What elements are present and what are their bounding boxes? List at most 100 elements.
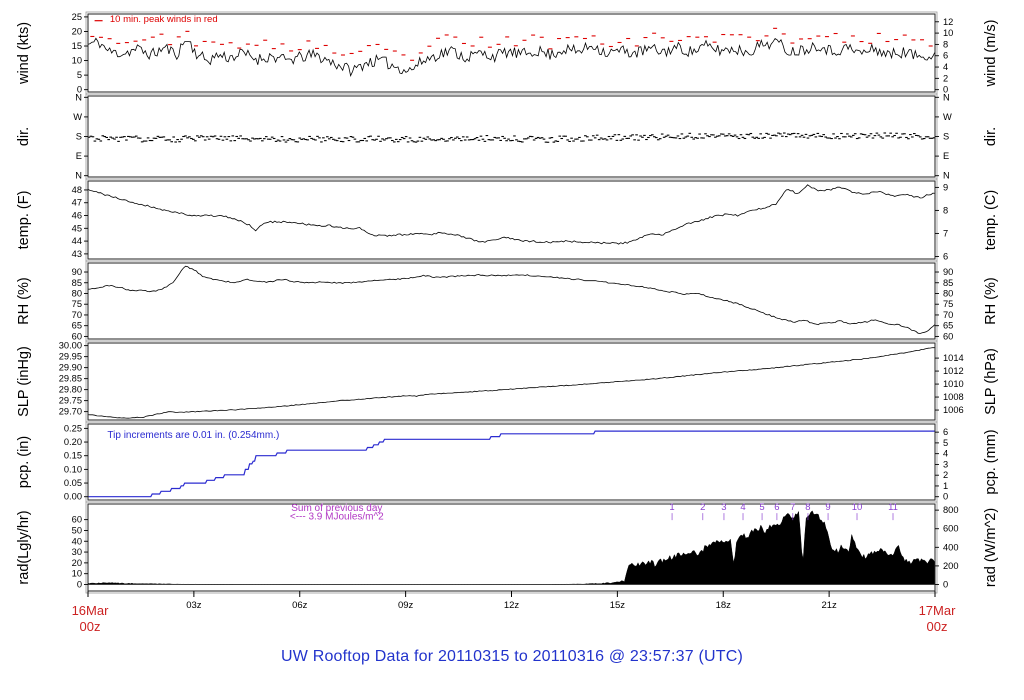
y-tick-label-left: 45 — [72, 223, 82, 233]
axis-label-left-rh: RH (%) — [16, 277, 32, 325]
y-tick-label-left: 0.00 — [64, 492, 82, 502]
y-tick-label-right: 1010 — [943, 379, 964, 389]
meteogram-svg: 0510152025024681012wind (kts) wind (m/s)1… — [16, 11, 999, 634]
panel-rad: 01020304050600200400600800rad(Lgly/hr) ra… — [16, 501, 999, 594]
y-tick-label-left: 44 — [72, 236, 82, 246]
chart-title: UW Rooftop Data for 20110315 to 20110316… — [281, 648, 743, 665]
y-tick-label-right: 6 — [943, 427, 948, 437]
rad-hour-marker: 4 — [740, 502, 745, 513]
y-tick-label-left: 10 — [72, 56, 82, 66]
axis-label-right-dir: dir. — [983, 127, 999, 146]
y-tick-label-right: S — [943, 132, 949, 142]
y-tick-label-right: 9 — [943, 182, 948, 192]
panel-border — [87, 180, 936, 260]
rad-hour-marker: 11 — [888, 502, 898, 513]
annotation-text: 10 min. peak winds in red — [110, 14, 218, 25]
y-tick-label-right: 65 — [943, 321, 953, 331]
y-tick-label-left: 40 — [72, 536, 82, 546]
y-tick-label-left: 0 — [77, 579, 82, 589]
axis-label-left-wind: wind (kts) — [16, 22, 32, 85]
y-tick-label-left: 0.10 — [64, 464, 82, 474]
panel-temp: 43 44 45 46 47 48 6 7 8 9 temp. (F) temp. (C) — [16, 178, 999, 261]
axis-label-left-rad: rad(Lgly/hr) — [16, 510, 32, 584]
y-tick-label-right: 1 — [943, 481, 948, 491]
y-tick-label-left: 29.95 — [59, 352, 82, 362]
meteogram-frame: 0 5 10 15 20 25 0 2 4 6 8 10 12 wind (kts) wind (m/s) 1… — [0, 0, 1024, 700]
rad-hour-marker: 8 — [805, 502, 810, 513]
date-label-end: 17Mar — [919, 603, 957, 618]
y-tick-label-left: 0.20 — [64, 437, 82, 447]
y-tick-label-left: 70 — [72, 310, 82, 320]
y-tick-label-left: 29.75 — [59, 396, 82, 406]
y-tick-label-right: 4 — [943, 449, 948, 459]
y-tick-label-right: 12 — [943, 17, 953, 27]
y-tick-label-right: 75 — [943, 299, 953, 309]
y-tick-label-right: W — [943, 112, 952, 122]
annotation-text: <--- 3.9 MJoules/m^2 — [290, 511, 384, 522]
panel-rh: 6065707580859060657075808590RH (%) RH (%) — [16, 260, 999, 341]
x-axis-tick-label: 15z — [610, 600, 626, 611]
y-tick-label-right: 60 — [943, 331, 953, 341]
y-tick-label-left: 46 — [72, 211, 82, 221]
y-tick-label-left: 90 — [72, 267, 82, 277]
axis-label-left-pcp: pcp. (in) — [16, 436, 32, 488]
rad-hour-marker: 10 — [852, 502, 863, 513]
y-tick-label-right: 6 — [943, 251, 948, 261]
y-tick-label-right: 4 — [943, 62, 948, 72]
y-tick-label-left: 10 — [72, 569, 82, 579]
axis-label-left-dir: dir. — [16, 127, 32, 146]
y-tick-label-left: 85 — [72, 278, 82, 288]
panel-pcp: 0.00 0.05 0.10 0.15 0.20 0.25 0123456 pcp. (in)… — [16, 421, 999, 503]
y-tick-label-left: N — [75, 171, 82, 181]
y-tick-label-right: 85 — [943, 278, 953, 288]
x-axis-tick-label: 12z — [504, 600, 520, 611]
y-tick-label-right: 1006 — [943, 405, 964, 415]
y-tick-label-left: 0.25 — [64, 423, 82, 433]
y-tick-label-right: 2 — [943, 470, 948, 480]
panel-slp: 29.7029.7529.8029.8529.9029.9530.00 1006 1… — [16, 340, 999, 423]
y-tick-label-left: 47 — [72, 198, 82, 208]
y-tick-label-left: 30 — [72, 547, 82, 557]
y-tick-label-left: 48 — [72, 185, 82, 195]
y-tick-label-left: S — [76, 132, 82, 142]
y-tick-label-right: 800 — [943, 505, 959, 515]
y-tick-label-right: 70 — [943, 310, 953, 320]
y-tick-label-left: 15 — [72, 41, 82, 51]
axis-label-right-rad: rad (W/m^2) — [983, 508, 999, 587]
y-tick-label-right: 8 — [943, 205, 948, 215]
y-tick-label-right: 10 — [943, 28, 953, 38]
x-axis-tick-label: 18z — [716, 600, 732, 611]
y-tick-label-left: 80 — [72, 288, 82, 298]
y-tick-label-right: E — [943, 151, 949, 161]
rad-hour-marker: 6 — [774, 502, 779, 513]
rad-hour-marker: 1 — [669, 502, 674, 513]
x-axis-tick-label: 21z — [821, 600, 837, 611]
axis-label-right-rh: RH (%) — [983, 277, 999, 325]
x-axis-tick-label: 09z — [398, 600, 414, 611]
y-tick-label-right: 3 — [943, 459, 948, 469]
axis-label-right-pcp: pcp. (mm) — [983, 429, 999, 494]
y-tick-label-left: 0.05 — [64, 478, 82, 488]
y-tick-label-left: 30.00 — [59, 341, 82, 351]
y-tick-label-right: 0 — [943, 579, 948, 589]
y-tick-label-left: 43 — [72, 249, 82, 259]
y-tick-label-right: 5 — [943, 438, 948, 448]
y-tick-label-left: 60 — [72, 515, 82, 525]
rad-hour-marker: 5 — [759, 502, 764, 513]
y-tick-label-right: N — [943, 171, 950, 181]
y-tick-label-left: 25 — [72, 12, 82, 22]
y-tick-label-left: 75 — [72, 299, 82, 309]
y-tick-label-left: N — [75, 92, 82, 102]
axis-label-right-slp: SLP (hPa) — [983, 348, 999, 415]
date-label-start: 00z — [80, 619, 101, 634]
x-axis-tick-label: 06z — [292, 600, 308, 611]
panel-border — [87, 262, 936, 340]
panel-wind: 0510152025024681012wind (kts) wind (m/s)1… — [16, 11, 999, 95]
y-tick-label-right: 600 — [943, 524, 959, 534]
axis-label-right-wind: wind (m/s) — [983, 20, 999, 88]
y-tick-label-left: 29.70 — [59, 407, 82, 417]
y-tick-label-right: 90 — [943, 267, 953, 277]
panel-dir: NWSENNWSENdir. dir. — [16, 92, 999, 180]
y-tick-label-left: 0.15 — [64, 451, 82, 461]
y-tick-label-right: 7 — [943, 228, 948, 238]
